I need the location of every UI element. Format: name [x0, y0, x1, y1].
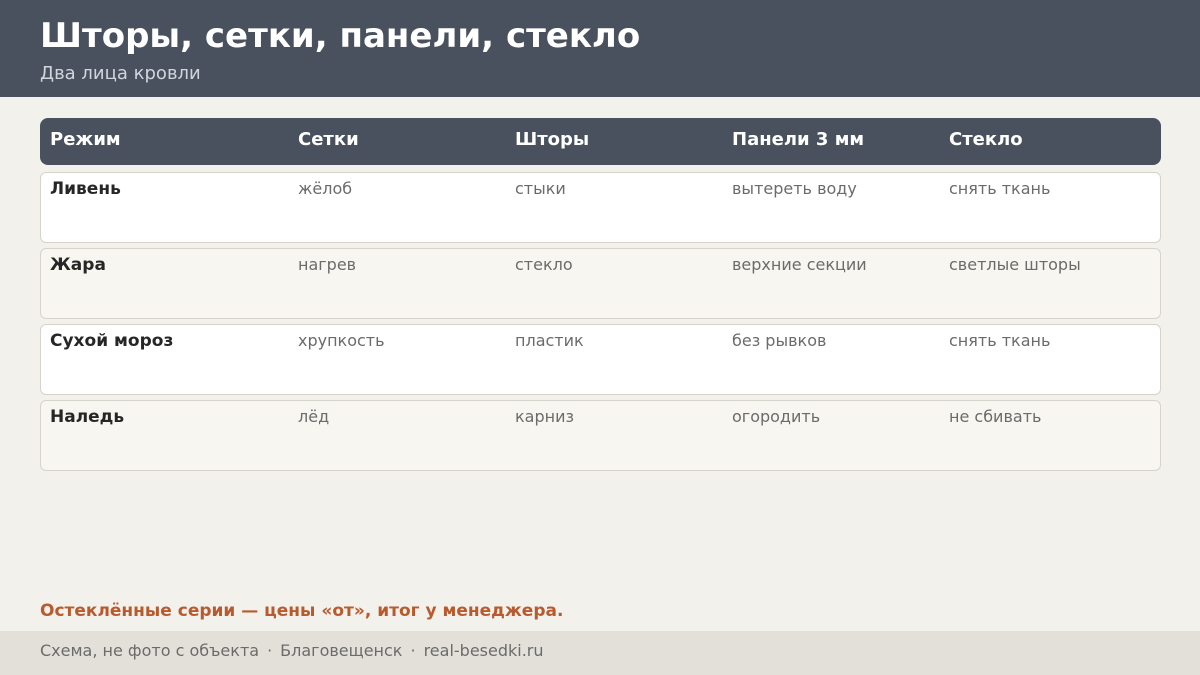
table-row: Жара нагрев стекло верхние секции светлы… — [40, 248, 1161, 319]
table-row: Сухой мороз хрупкость пластик без рывков… — [40, 324, 1161, 395]
page-subtitle: Два лица кровли — [40, 63, 201, 84]
cell-glass: снять ткань — [949, 179, 1051, 198]
footer-line: Схема, не фото с объекта · Благовещенск · re… — [40, 639, 544, 663]
cell-glass: не сбивать — [949, 407, 1042, 426]
cell-panels: вытереть воду — [732, 179, 857, 198]
table-row: Ливень жёлоб стыки вытереть воду снять т… — [40, 172, 1161, 243]
table-header: Режим Сетки Шторы Панели 3 мм Стекло — [40, 118, 1161, 165]
cell-glass: светлые шторы — [949, 255, 1081, 274]
cell-nets: хрупкость — [298, 331, 385, 350]
cell-nets: жёлоб — [298, 179, 353, 198]
column-header-glass: Стекло — [949, 129, 1023, 150]
cell-curtains: карниз — [515, 407, 574, 426]
cell-panels: без рывков — [732, 331, 827, 350]
pricing-note: Остеклённые серии — цены «от», итог у ме… — [40, 601, 564, 621]
footer-website-link[interactable]: real-besedki.ru — [424, 641, 544, 660]
cell-panels: верхние секции — [732, 255, 867, 274]
footer-disclaimer: Схема, не фото с объекта — [40, 641, 260, 660]
row-mode: Наледь — [50, 407, 125, 427]
row-mode: Ливень — [50, 179, 121, 199]
page-footer: Схема, не фото с объекта · Благовещенск · re… — [0, 631, 1200, 675]
cell-curtains: стекло — [515, 255, 573, 274]
cell-nets: лёд — [298, 407, 330, 426]
cell-curtains: пластик — [515, 331, 584, 350]
page-header: Шторы, сетки, панели, стекло Два лица кр… — [0, 0, 1200, 97]
cell-glass: снять ткань — [949, 331, 1051, 350]
cell-curtains: стыки — [515, 179, 566, 198]
footer-city: Благовещенск — [280, 641, 403, 660]
cell-nets: нагрев — [298, 255, 357, 274]
table-row: Наледь лёд карниз огородить не сбивать — [40, 400, 1161, 471]
footer-separator: · — [267, 641, 273, 660]
row-mode: Сухой мороз — [50, 331, 174, 351]
row-mode: Жара — [50, 255, 106, 275]
page-title: Шторы, сетки, панели, стекло — [40, 16, 641, 56]
column-header-panels: Панели 3 мм — [732, 129, 865, 150]
footer-separator: · — [410, 641, 416, 660]
column-header-nets: Сетки — [298, 129, 359, 150]
cell-panels: огородить — [732, 407, 821, 426]
column-header-mode: Режим — [50, 129, 121, 150]
column-header-curtains: Шторы — [515, 129, 590, 150]
